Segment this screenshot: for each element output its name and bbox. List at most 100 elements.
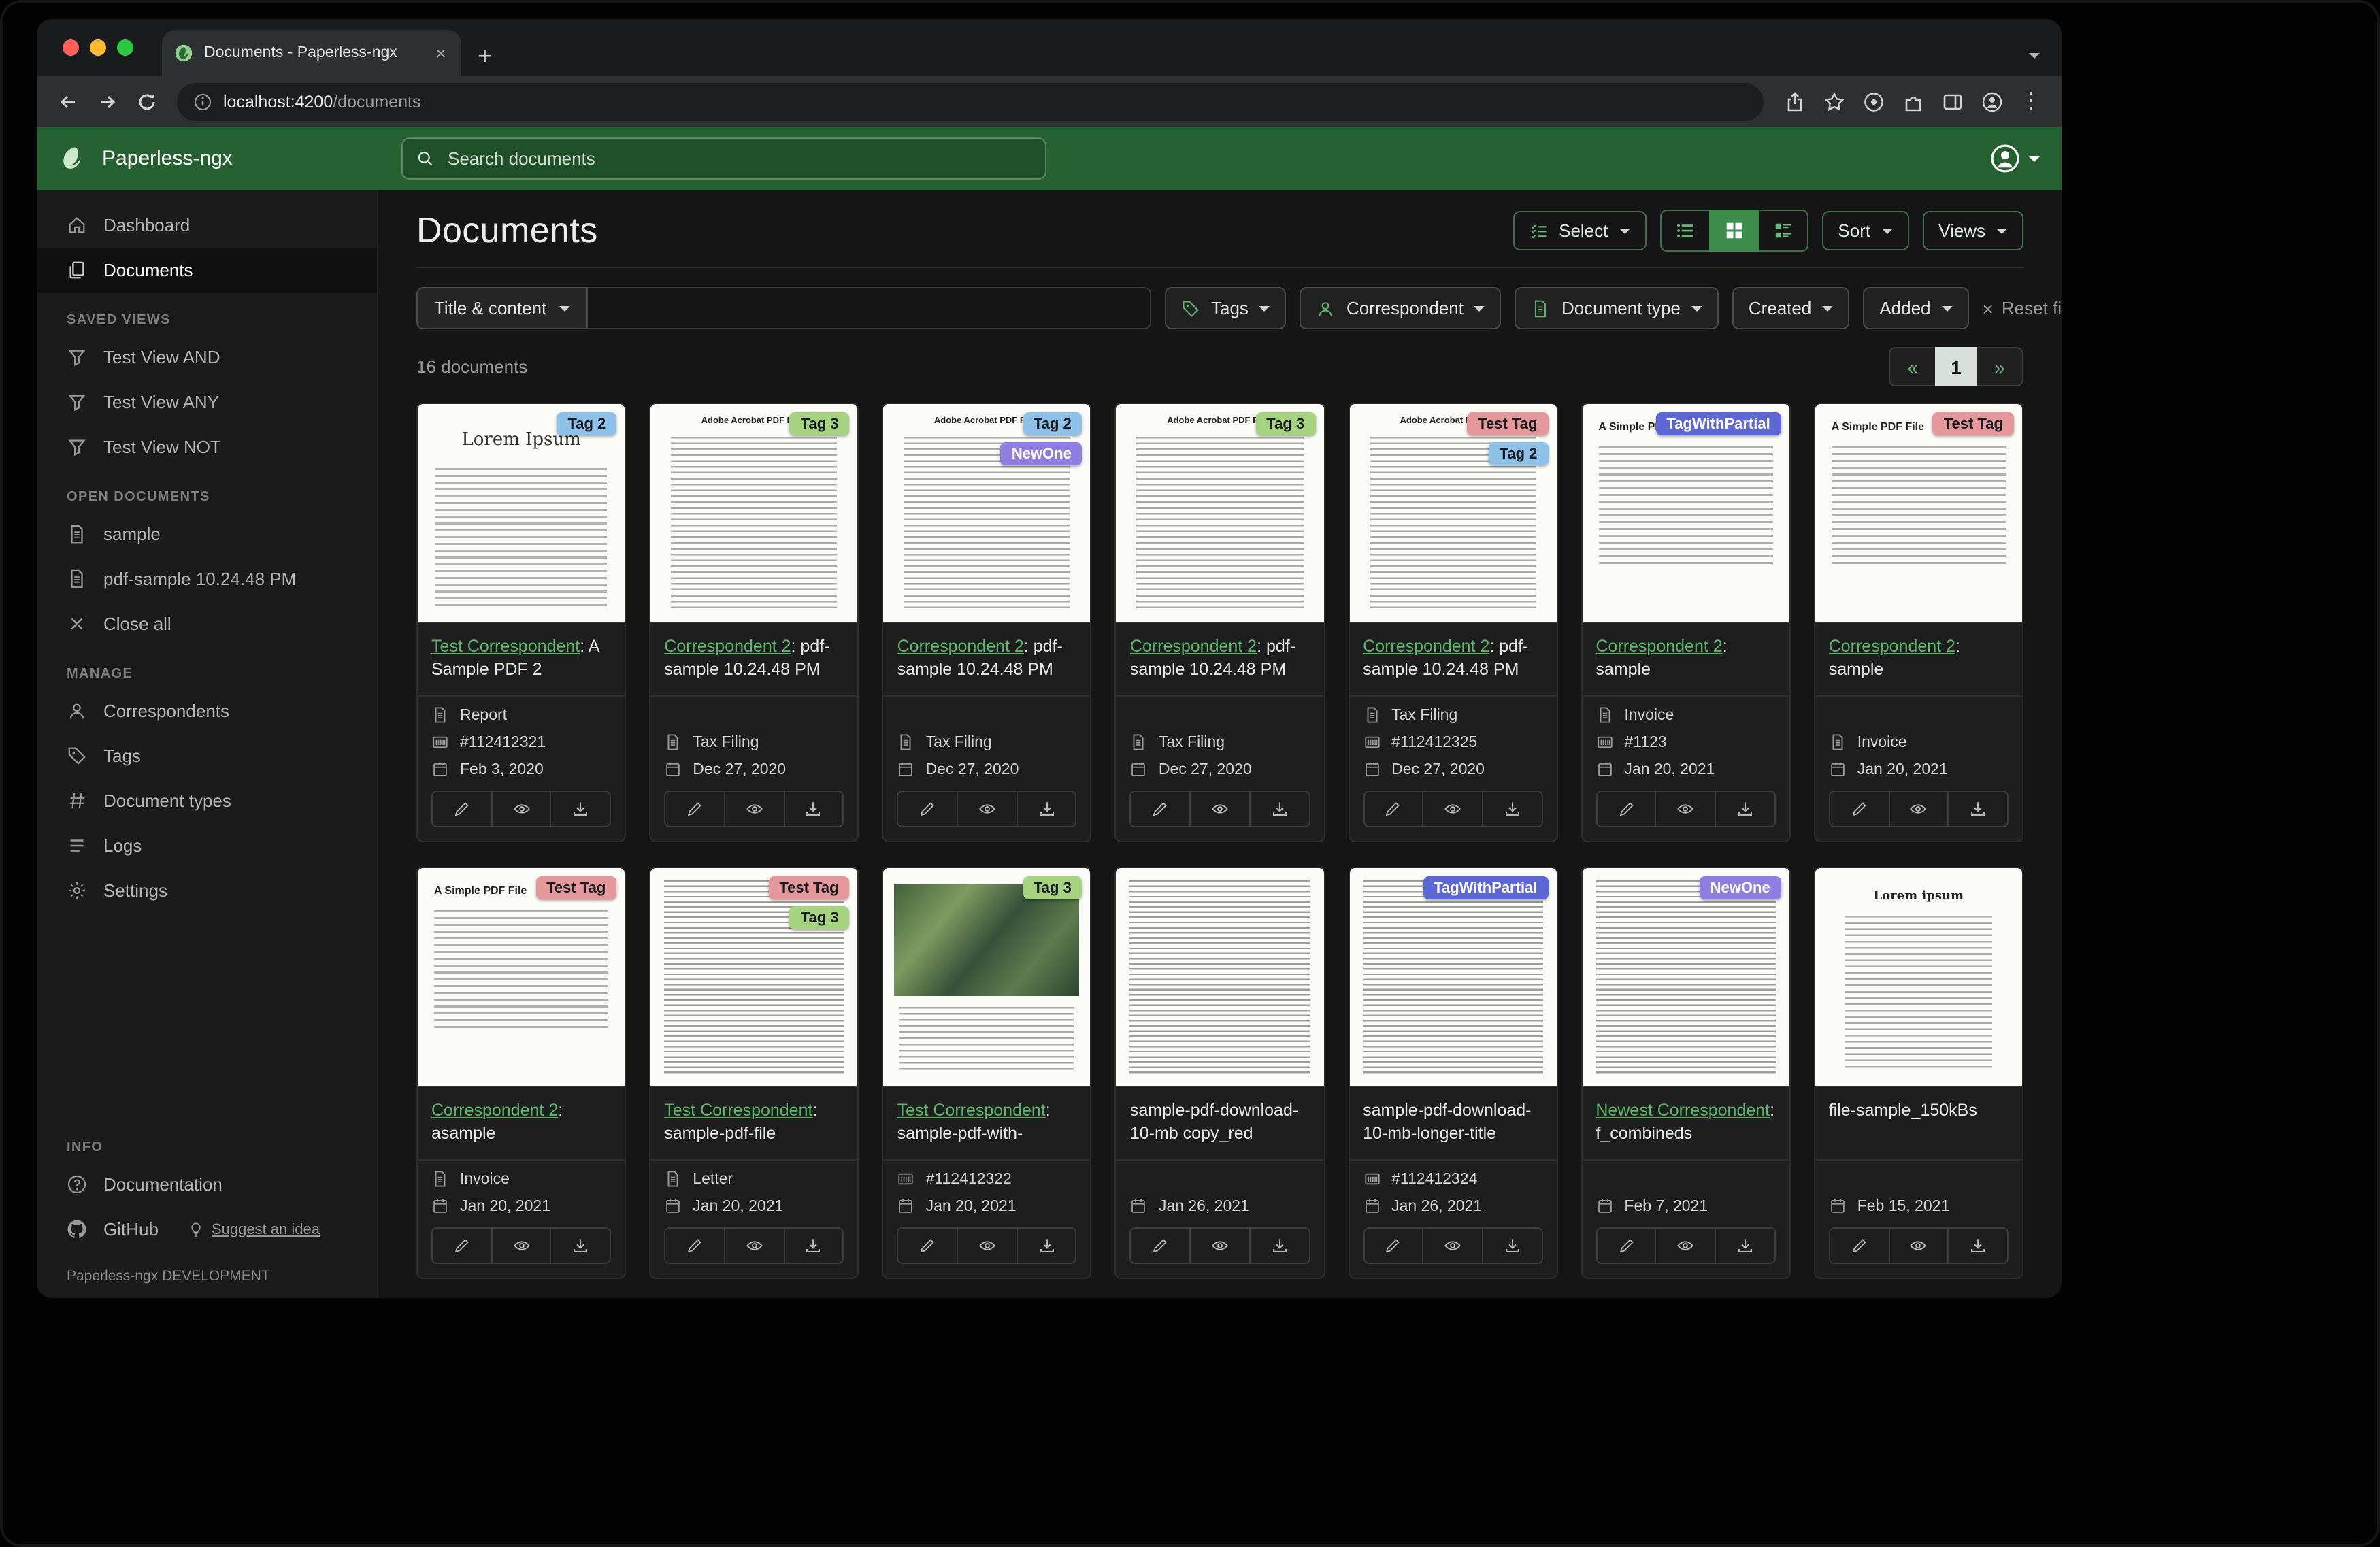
view-button[interactable] [1189,791,1250,827]
sidebar-item-close-all[interactable]: Close all [37,601,377,646]
view-button[interactable] [1655,791,1716,827]
close-window-button[interactable] [63,39,79,56]
view-button[interactable] [1888,791,1949,827]
correspondent-link[interactable]: Correspondent 2 [664,637,791,656]
new-tab-button[interactable]: + [478,44,492,68]
sidebar-item-document-types[interactable]: Document types [37,778,377,823]
previous-page-button[interactable]: « [1889,347,1936,386]
correspondent-link[interactable]: Correspondent 2 [431,1101,558,1120]
document-thumbnail[interactable] [1117,868,1323,1087]
edit-button[interactable] [1130,791,1191,827]
tag-badge[interactable]: Tag 3 [790,412,850,435]
edit-button[interactable] [897,791,958,827]
filter-search-input[interactable] [587,287,1151,329]
edit-button[interactable] [1596,1227,1656,1264]
detail-view-button[interactable] [1757,210,1808,252]
browser-profile-button[interactable] [1973,83,2010,120]
download-button[interactable] [1482,791,1542,827]
document-thumbnail[interactable]: A Simple PDF File TagWithPartial [1582,404,1789,623]
app-brand[interactable]: Paperless-ngx [59,144,401,173]
edit-button[interactable] [664,1227,725,1264]
sidebar-item-test-view-and[interactable]: Test View AND [37,335,377,380]
edit-button[interactable] [1363,1227,1423,1264]
back-button[interactable] [49,83,86,120]
download-button[interactable] [1482,1227,1542,1264]
view-button[interactable] [1423,791,1483,827]
edit-button[interactable] [1829,791,1889,827]
tag-badge[interactable]: Tag 2 [1489,442,1549,465]
tab-close-icon[interactable]: × [433,44,449,63]
correspondent-link[interactable]: Test Correspondent [897,1101,1046,1120]
document-thumbnail[interactable]: Lorem ipsum [1815,868,2022,1087]
view-button[interactable] [957,1227,1017,1264]
download-button[interactable] [1016,791,1076,827]
sidebar-item-test-view-not[interactable]: Test View NOT [37,425,377,469]
share-button[interactable] [1776,83,1813,120]
tag-badge[interactable]: Tag 3 [1023,876,1082,899]
global-search[interactable] [401,137,1046,180]
correspondent-link[interactable]: Correspondent 2 [1363,637,1489,656]
sidebar-item-dashboard[interactable]: Dashboard [37,203,377,248]
current-page-button[interactable]: 1 [1935,347,1977,386]
sidebar-item-settings[interactable]: Settings [37,868,377,913]
filter-button-correspondent[interactable]: Correspondent [1300,287,1502,329]
edit-button[interactable] [1596,791,1656,827]
tab-search-chevron-icon[interactable] [2029,53,2040,59]
correspondent-link[interactable]: Test Correspondent [431,637,580,656]
view-button[interactable] [491,791,551,827]
edit-button[interactable] [897,1227,958,1264]
correspondent-link[interactable]: Correspondent 2 [1596,637,1722,656]
sidebar-item-logs[interactable]: Logs [37,823,377,868]
download-button[interactable] [1249,791,1310,827]
download-button[interactable] [1715,1227,1775,1264]
edit-button[interactable] [431,1227,492,1264]
reset-filters-button[interactable]: × Reset filters [1983,298,2062,318]
edit-button[interactable] [431,791,492,827]
tag-badge[interactable]: Tag 2 [557,412,616,435]
download-button[interactable] [1948,1227,2009,1264]
tag-badge[interactable]: NewOne [1001,442,1082,465]
sidebar-item-tags[interactable]: Tags [37,733,377,778]
extensions-button[interactable] [1894,83,1931,120]
sidebar-item-test-view-any[interactable]: Test View ANY [37,380,377,425]
list-view-button[interactable] [1659,210,1710,252]
tag-badge[interactable]: Test Tag [1933,412,2014,435]
document-thumbnail[interactable]: TagWithPartial [1349,868,1556,1087]
document-thumbnail[interactable]: Adobe Acrobat PDF Files Test TagTag 2 [1349,404,1556,623]
view-button[interactable] [491,1227,551,1264]
correspondent-link[interactable]: Correspondent 2 [1130,637,1257,656]
correspondent-link[interactable]: Newest Correspondent [1596,1101,1770,1120]
user-menu[interactable] [1989,143,2040,174]
reload-button[interactable] [128,83,165,120]
tag-badge[interactable]: Test Tag [535,876,616,899]
tag-badge[interactable]: Tag 2 [1023,412,1082,435]
download-button[interactable] [783,791,844,827]
correspondent-link[interactable]: Test Correspondent [664,1101,812,1120]
download-button[interactable] [550,791,611,827]
site-info-icon[interactable] [193,92,212,111]
sidebar-item-correspondents[interactable]: Correspondents [37,688,377,733]
download-button[interactable] [1715,791,1775,827]
tag-badge[interactable]: Tag 3 [1255,412,1315,435]
filter-button-document-type[interactable]: Document type [1515,287,1719,329]
minimize-window-button[interactable] [90,39,106,56]
view-button[interactable] [1189,1227,1250,1264]
filter-button-tags[interactable]: Tags [1165,287,1287,329]
sort-button[interactable]: Sort [1821,211,1908,250]
correspondent-link[interactable]: Correspondent 2 [897,637,1024,656]
tag-badge[interactable]: NewOne [1700,876,1781,899]
document-thumbnail[interactable]: Adobe Acrobat PDF Files Tag 3 [1117,404,1323,623]
bookmark-button[interactable] [1815,83,1852,120]
document-thumbnail[interactable]: Tag 3 [884,868,1091,1087]
document-thumbnail[interactable]: Adobe Acrobat PDF Files Tag 2NewOne [884,404,1091,623]
document-thumbnail[interactable]: A Simple PDF File Test Tag [1815,404,2022,623]
tag-badge[interactable]: Test Tag [1467,412,1548,435]
document-thumbnail[interactable]: A Simple PDF File Test Tag [418,868,625,1087]
view-button[interactable] [724,1227,784,1264]
address-bar[interactable]: localhost:4200/documents [177,82,1764,120]
download-button[interactable] [783,1227,844,1264]
view-button[interactable] [1888,1227,1949,1264]
tag-badge[interactable]: TagWithPartial [1656,412,1781,435]
filter-button-added[interactable]: Added [1863,287,1968,329]
view-button[interactable] [1655,1227,1716,1264]
